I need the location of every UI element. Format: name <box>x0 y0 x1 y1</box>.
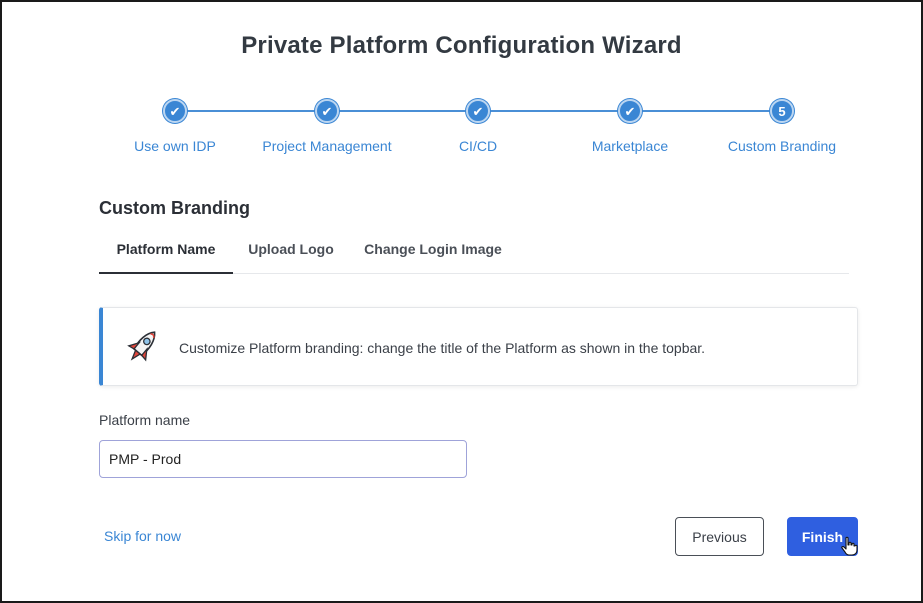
wizard-stepper: ✔ Use own IDP ✔ Project Management ✔ CI/… <box>2 96 923 166</box>
step-use-own-idp[interactable]: ✔ Use own IDP <box>95 96 255 154</box>
platform-name-label: Platform name <box>99 412 191 428</box>
step-marketplace[interactable]: ✔ Marketplace <box>550 96 710 154</box>
step-custom-branding[interactable]: 5 Custom Branding <box>702 96 862 154</box>
info-text: Customize Platform branding: change the … <box>179 340 706 356</box>
step-complete-check-icon: ✔ <box>163 99 187 123</box>
step-complete-check-icon: ✔ <box>315 99 339 123</box>
step-project-management[interactable]: ✔ Project Management <box>247 96 407 154</box>
step-ci-cd[interactable]: ✔ CI/CD <box>398 96 558 154</box>
section-title: Custom Branding <box>99 198 250 218</box>
step-label: Project Management <box>262 138 392 154</box>
tab-platform-name[interactable]: Platform Name <box>99 232 233 274</box>
step-label: CI/CD <box>458 138 498 154</box>
step-label: Use own IDP <box>134 138 216 154</box>
previous-button[interactable]: Previous <box>675 517 764 556</box>
branding-tabs: Platform Name Upload Logo Change Login I… <box>99 232 849 274</box>
step-complete-check-icon: ✔ <box>466 99 490 123</box>
skip-for-now-link[interactable]: Skip for now <box>104 528 181 544</box>
step-complete-check-icon: ✔ <box>618 99 642 123</box>
info-callout: Customize Platform branding: change the … <box>99 307 858 386</box>
step-number-badge: 5 <box>770 99 794 123</box>
wizard-window: Private Platform Configuration Wizard ✔ … <box>0 0 923 603</box>
platform-name-input[interactable] <box>99 440 467 478</box>
hand-cursor-icon <box>841 536 858 556</box>
tab-upload-logo[interactable]: Upload Logo <box>241 232 341 274</box>
wizard-title: Private Platform Configuration Wizard <box>241 32 682 59</box>
step-label: Marketplace <box>591 138 669 154</box>
tab-change-login-image[interactable]: Change Login Image <box>357 232 509 274</box>
step-label: Custom Branding <box>727 138 837 154</box>
rocket-icon <box>127 331 156 362</box>
